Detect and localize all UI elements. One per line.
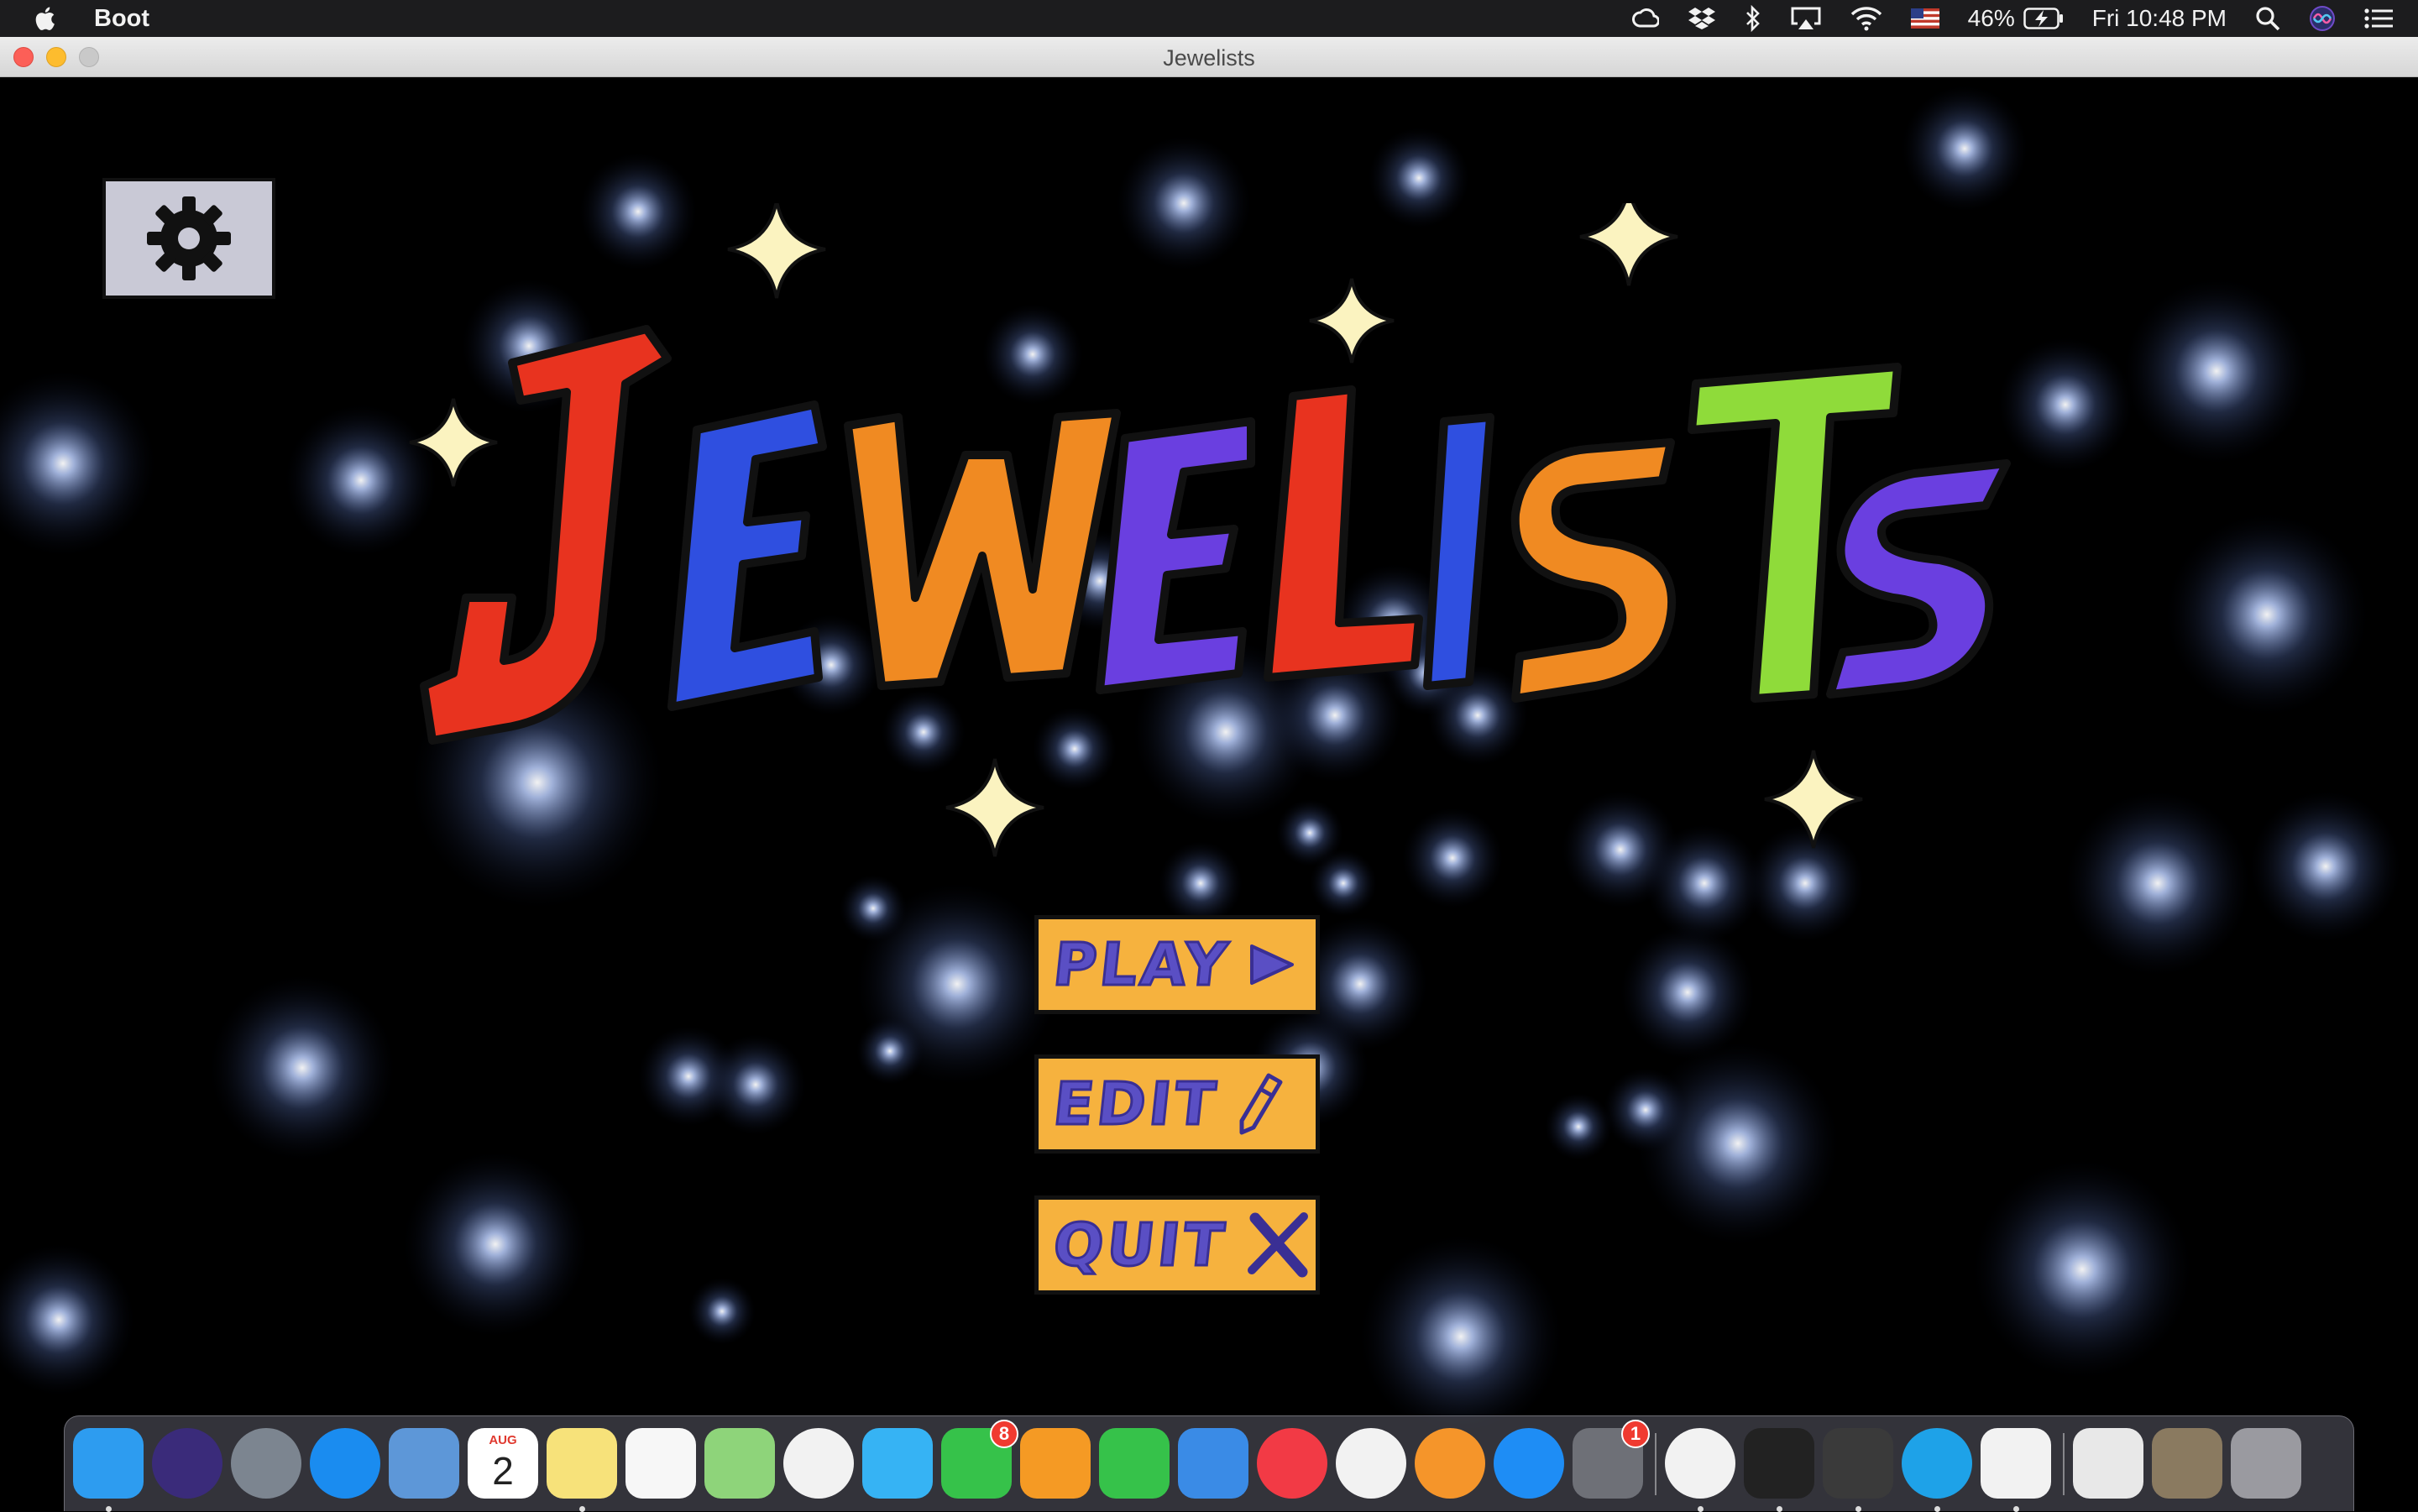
quit-button[interactable]: QUIT (1034, 1195, 1320, 1295)
play-button[interactable]: PLAY (1034, 915, 1320, 1014)
sparkle-icon (1579, 203, 1678, 286)
sparkle-icon (945, 758, 1044, 857)
pencil-icon (1239, 1073, 1283, 1135)
siri-icon[interactable] (152, 1428, 222, 1499)
active-app-name[interactable]: Boot (94, 5, 149, 33)
status-area: 46% Fri 10:48 PM (1631, 5, 2393, 32)
game-logo (409, 203, 2011, 857)
numbers-icon[interactable] (1099, 1428, 1170, 1499)
downloads-stack-icon[interactable] (2152, 1428, 2222, 1499)
quit-button-label: QUIT (1049, 1210, 1232, 1281)
sparkle-icon (1764, 750, 1863, 849)
window-title-bar[interactable]: Jewelists (0, 37, 2418, 77)
menu-bar: Boot 46% Fri 10:48 PM (0, 0, 2418, 37)
logo-letter-e2 (1096, 417, 1255, 694)
reminders-icon[interactable] (625, 1428, 696, 1499)
dock-separator (2063, 1433, 2065, 1495)
logo-letter-i (1423, 413, 1494, 690)
spotlight-search-icon[interactable] (2255, 6, 2280, 31)
star-glow (2124, 279, 2309, 463)
books-icon[interactable] (1415, 1428, 1485, 1499)
app-store-icon[interactable] (1494, 1428, 1564, 1499)
calendar-icon[interactable]: AUG 2 (468, 1428, 538, 1499)
trash-icon[interactable] (2231, 1428, 2301, 1499)
launchpad-icon[interactable] (231, 1428, 301, 1499)
logo-letter-l (1264, 385, 1423, 682)
star-glow (210, 976, 395, 1160)
photos-icon[interactable] (783, 1428, 854, 1499)
bluetooth-icon[interactable] (1745, 5, 1761, 32)
x-close-icon (1248, 1212, 1309, 1278)
star-glow (1604, 1068, 1688, 1152)
logo-letter-s (1510, 438, 1677, 703)
edit-button-label: EDIT (1049, 1069, 1222, 1140)
music-folder-icon[interactable] (2073, 1428, 2143, 1499)
star-glow (705, 1034, 806, 1135)
safari-icon[interactable] (310, 1428, 380, 1499)
system-preferences-icon[interactable]: 1 (1573, 1420, 1650, 1499)
star-glow (1360, 1236, 1562, 1437)
notification-badge: 1 (1621, 1420, 1650, 1448)
java-icon[interactable] (1981, 1428, 2051, 1512)
notes-icon[interactable] (547, 1428, 617, 1512)
star-glow (856, 1018, 924, 1085)
creative-cloud-icon[interactable] (1631, 6, 1659, 31)
chrome-icon[interactable] (1665, 1428, 1735, 1512)
messages-icon[interactable] (862, 1428, 933, 1499)
edit-button[interactable]: EDIT (1034, 1054, 1320, 1154)
star-glow (688, 1278, 756, 1345)
maps-icon[interactable] (704, 1428, 775, 1499)
apple-icon[interactable] (32, 4, 60, 33)
star-glow (403, 1152, 588, 1337)
battery-status[interactable]: 46% (1968, 5, 2064, 32)
keynote-icon[interactable] (1178, 1428, 1248, 1499)
logo-letter-j (420, 325, 672, 745)
airplay-icon[interactable] (1790, 6, 1822, 31)
menubar-clock[interactable]: Fri 10:48 PM (2092, 5, 2227, 32)
finder-icon[interactable] (73, 1428, 144, 1512)
logo-letter-s2 (1826, 459, 2011, 698)
siri-icon[interactable] (2309, 5, 2336, 32)
sublime-text-icon[interactable] (1823, 1428, 1893, 1512)
star-glow (0, 1244, 134, 1395)
window-title: Jewelists (1163, 45, 1255, 71)
calendar-month: AUG (489, 1433, 517, 1447)
star-glow (1973, 1160, 2191, 1379)
star-glow (0, 371, 155, 556)
mail-icon[interactable] (389, 1428, 459, 1499)
star-glow (1902, 86, 2028, 212)
calendar-day: 2 (492, 1449, 514, 1493)
terminal-icon[interactable] (1744, 1428, 1814, 1512)
gear-icon (147, 196, 231, 280)
sparkle-icon (409, 398, 498, 487)
facetime-icon[interactable]: 8 (941, 1420, 1018, 1499)
dropbox-icon[interactable] (1688, 6, 1716, 31)
wifi-icon[interactable] (1850, 6, 1882, 31)
play-button-label: PLAY (1049, 929, 1235, 1001)
star-glow (1545, 1093, 1612, 1160)
settings-button[interactable] (102, 178, 275, 299)
logo-letter-w (844, 409, 1121, 690)
star-glow (2065, 791, 2250, 976)
logo-letter-e (667, 400, 827, 711)
skype-icon[interactable] (1902, 1428, 1972, 1512)
sparkle-icon (1309, 278, 1395, 364)
dock: AUG 2 8 1 (64, 1415, 2354, 1512)
us-flag-icon[interactable] (1910, 8, 1939, 29)
notification-center-icon[interactable] (2364, 8, 2393, 29)
star-glow (2166, 514, 2368, 715)
pages-icon[interactable] (1020, 1428, 1091, 1499)
battery-charging-icon (2023, 8, 2063, 29)
dock-separator (1655, 1433, 1656, 1495)
news-icon[interactable] (1257, 1428, 1327, 1499)
star-glow (2250, 791, 2401, 942)
play-arrow-icon (1250, 944, 1295, 985)
sparkle-icon (727, 203, 826, 299)
battery-percent: 46% (1967, 5, 2015, 31)
game-viewport: PLAY EDIT QUIT (0, 77, 2418, 1511)
notification-badge: 8 (990, 1420, 1018, 1448)
star-glow (1620, 925, 1755, 1059)
itunes-icon[interactable] (1336, 1428, 1406, 1499)
